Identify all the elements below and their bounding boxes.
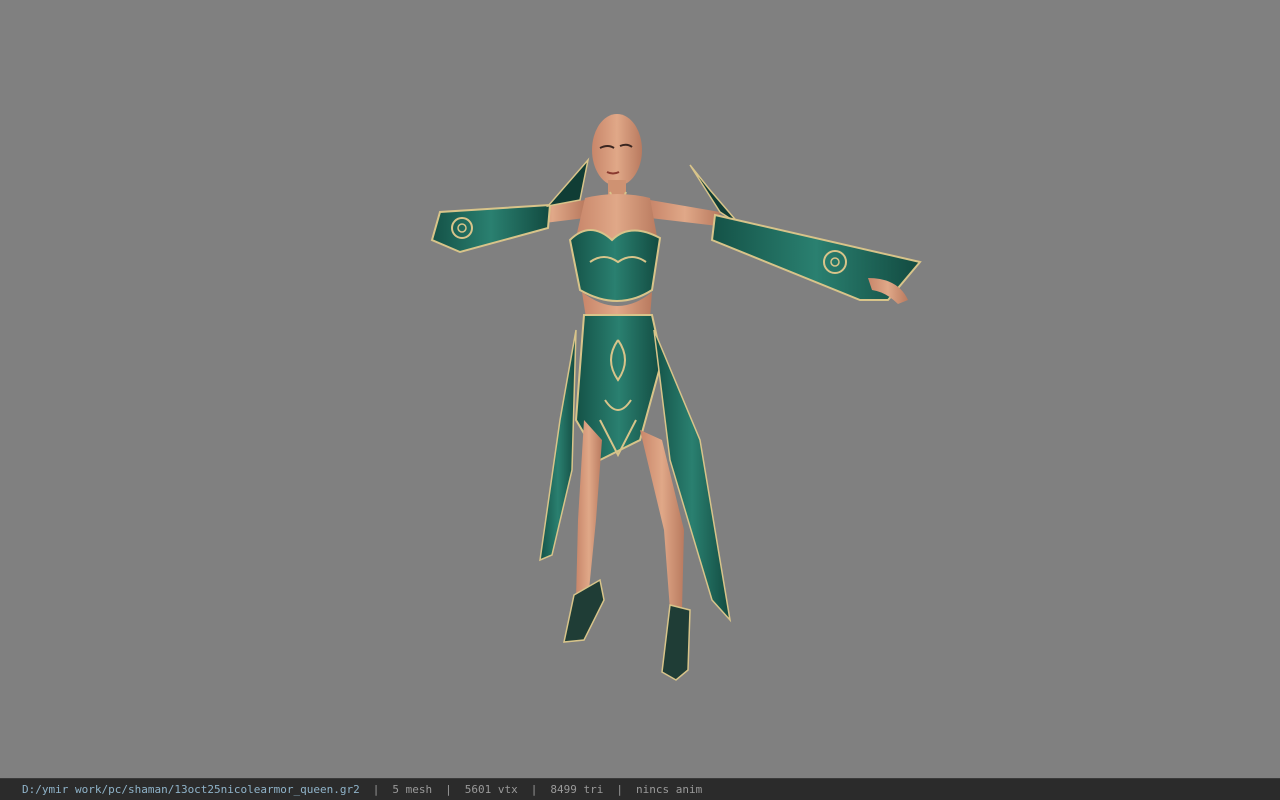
model-torso bbox=[568, 194, 662, 324]
mesh-count: 5 mesh bbox=[392, 783, 433, 796]
status-bar: D:/ymir work/pc/shaman/13oct25nicolearmo… bbox=[0, 778, 1280, 800]
model-legs bbox=[576, 420, 684, 610]
separator: | bbox=[616, 783, 623, 796]
separator: | bbox=[445, 783, 452, 796]
animation-status: nincs anim bbox=[635, 783, 703, 796]
separator: | bbox=[530, 783, 538, 796]
model-left-arm bbox=[430, 157, 590, 254]
vertex-count: 5601 vtx bbox=[464, 783, 518, 796]
model-right-arm bbox=[650, 164, 922, 304]
triangle-count: 8499 tri bbox=[550, 783, 604, 796]
model-head bbox=[592, 114, 642, 186]
3d-viewport[interactable] bbox=[0, 0, 1280, 778]
model-skirt bbox=[539, 314, 732, 623]
separator: | bbox=[372, 783, 380, 796]
character-model bbox=[430, 114, 922, 681]
file-path: D:/ymir work/pc/shaman/13oct25nicolearmo… bbox=[22, 783, 360, 796]
